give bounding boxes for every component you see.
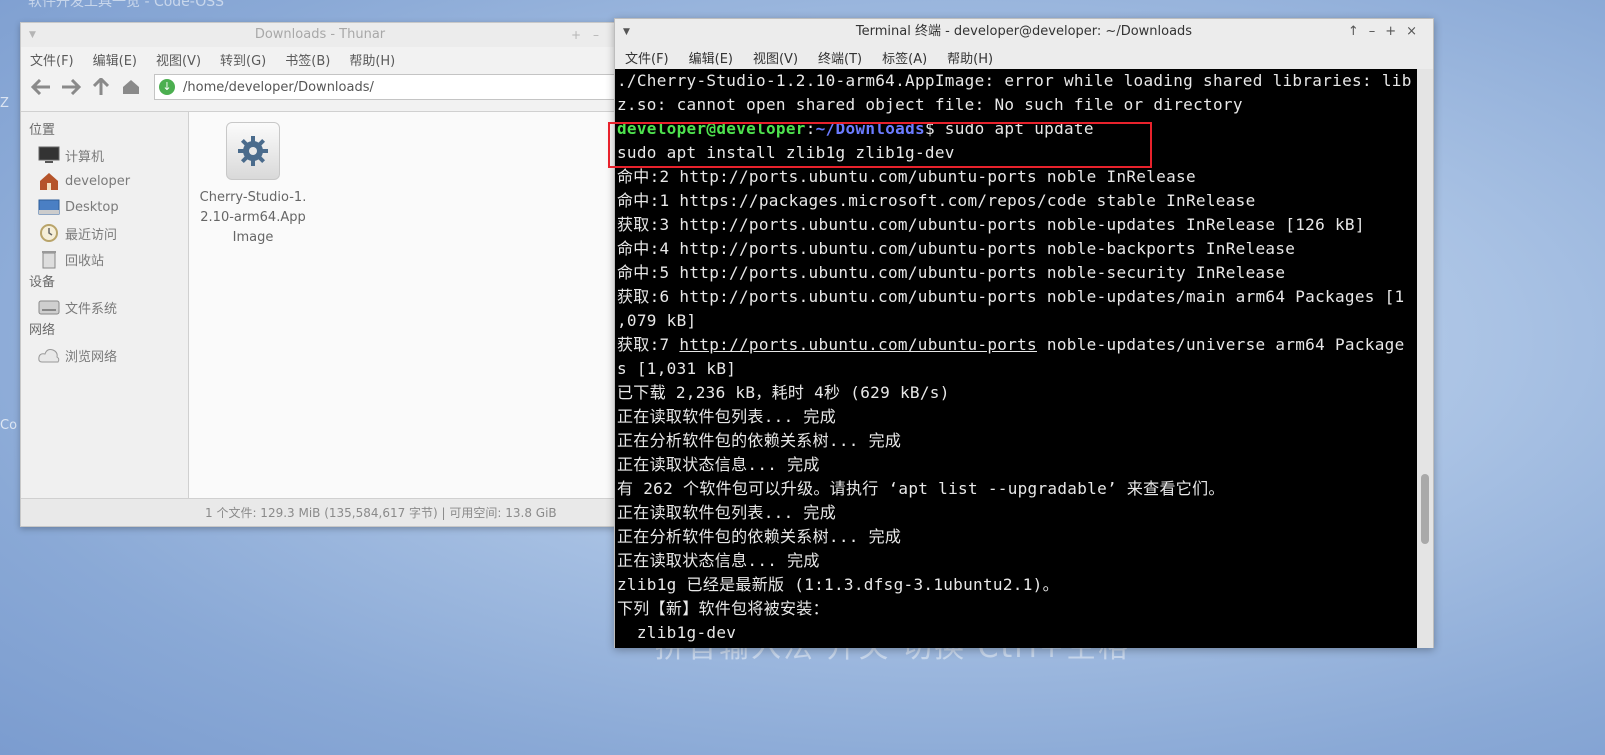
menu-tabs[interactable]: 标签(A) <box>882 48 927 67</box>
terminal-line: ,079 kB] <box>617 311 697 330</box>
menu-help[interactable]: 帮助(H) <box>947 48 993 67</box>
clock-icon <box>37 223 61 243</box>
desktop-edge-text-2: Z <box>0 96 9 111</box>
sidebar-item-recent[interactable]: 最近访问 <box>21 220 188 246</box>
sidebar-heading-devices: 设备 <box>29 275 56 290</box>
menu-edit[interactable]: 编辑(E) <box>689 48 733 67</box>
thunar-toolbar: ↓ /home/developer/Downloads/ <box>21 71 619 103</box>
thunar-titlebar[interactable]: ▼ Downloads - Thunar +– <box>21 23 619 47</box>
terminal-line: 正在读取状态信息... 完成 <box>617 455 820 474</box>
window-menu-icon[interactable]: ▼ <box>29 23 36 47</box>
terminal-line: 已下载 2,236 kB，耗时 4秒 (629 kB/s) <box>617 383 950 402</box>
terminal-line: ./Cherry-Studio-1.2.10-arm64.AppImage: e… <box>617 71 1412 90</box>
sidebar-item-browse-network[interactable]: 浏览网络 <box>21 342 188 368</box>
terminal-line: 命中:2 http://ports.ubuntu.com/ubuntu-port… <box>617 167 1196 186</box>
terminal-line: 有 262 个软件包可以升级。请执行 ‘apt list --upgradabl… <box>617 479 1225 498</box>
scrollbar-thumb[interactable] <box>1421 474 1429 544</box>
terminal-line: zlib1g 已经是最新版 (1:1.3.dfsg-3.1ubuntu2.1)。 <box>617 575 1059 594</box>
computer-icon <box>37 145 61 165</box>
sidebar-item-computer[interactable]: 计算机 <box>21 142 188 168</box>
sidebar-item-trash[interactable]: 回收站 <box>21 246 188 272</box>
thunar-title: Downloads - Thunar <box>254 27 386 42</box>
file-item[interactable]: Cherry-Studio-1.2.10-arm64.AppImage <box>199 122 307 248</box>
thunar-menubar: 文件(F) 编辑(E) 视图(V) 转到(G) 书签(B) 帮助(H) <box>21 47 619 71</box>
terminal-line: 正在读取软件包列表... 完成 <box>617 503 837 522</box>
terminal-line: 获取:6 http://ports.ubuntu.com/ubuntu-port… <box>617 287 1405 306</box>
menu-view[interactable]: 视图(V) <box>156 50 201 69</box>
terminal-line: 正在分析软件包的依赖关系树... 完成 <box>617 527 902 546</box>
sidebar: 位置 计算机 developer Desktop 最近访问 回收站 设备 文件系… <box>21 112 189 526</box>
sidebar-heading-places: 位置 <box>29 123 56 138</box>
location-bar[interactable]: ↓ /home/developer/Downloads/ <box>154 74 619 100</box>
sidebar-item-label: developer <box>65 173 131 189</box>
sidebar-item-label: 回收站 <box>65 253 105 269</box>
terminal-line: 下列【新】软件包将被安装： <box>617 599 829 618</box>
sidebar-item-filesystem[interactable]: 文件系统 <box>21 294 188 320</box>
terminal-link[interactable]: http://ports.ubuntu.com/ubuntu-ports <box>679 335 1037 354</box>
terminal-line: s [1,031 kB] <box>617 359 737 378</box>
terminal-line: 正在读取软件包列表... 完成 <box>617 407 837 426</box>
menu-go[interactable]: 转到(G) <box>220 50 266 69</box>
terminal-text: noble-updates/universe arm64 Package <box>1037 335 1405 354</box>
file-name: Cherry-Studio-1.2.10-arm64.AppImage <box>199 190 307 245</box>
up-arrow-icon[interactable] <box>90 76 112 98</box>
back-arrow-icon[interactable] <box>30 76 52 98</box>
network-icon <box>37 345 61 365</box>
terminal-text: 获取:7 <box>617 335 680 354</box>
terminal-window: ▼ Terminal 终端 - developer@developer: ~/D… <box>614 18 1434 648</box>
terminal-line: 命中:5 http://ports.ubuntu.com/ubuntu-port… <box>617 263 1286 282</box>
desktop-background-text: 软件开发工具一览 - Code-OSS <box>28 0 225 10</box>
sidebar-item-label: 浏览网络 <box>65 349 118 365</box>
file-view[interactable]: Cherry-Studio-1.2.10-arm64.AppImage <box>189 112 619 526</box>
command-highlight-box <box>608 122 1152 168</box>
executable-gear-icon <box>226 122 280 180</box>
menu-view[interactable]: 视图(V) <box>753 48 798 67</box>
menu-file[interactable]: 文件(F) <box>625 48 669 67</box>
sidebar-item-home[interactable]: developer <box>21 168 188 194</box>
home-icon[interactable] <box>120 76 142 98</box>
menu-edit[interactable]: 编辑(E) <box>93 50 137 69</box>
sidebar-item-desktop[interactable]: Desktop <box>21 194 188 220</box>
home-folder-icon <box>37 171 61 191</box>
drive-icon <box>37 297 61 317</box>
trash-icon <box>37 249 61 269</box>
statusbar: 1 个文件: 129.3 MiB (135,584,617 字节) | 可用空间… <box>21 498 619 526</box>
menu-help[interactable]: 帮助(H) <box>349 50 395 69</box>
terminal-titlebar[interactable]: ▼ Terminal 终端 - developer@developer: ~/D… <box>615 19 1433 45</box>
terminal-line: z.so: cannot open shared object file: No… <box>617 95 1243 114</box>
sidebar-item-label: 计算机 <box>65 149 105 165</box>
sidebar-item-label: 文件系统 <box>65 301 118 317</box>
sidebar-item-label: Desktop <box>65 199 119 215</box>
desktop-edge-text: Co <box>0 418 18 433</box>
window-menu-icon[interactable]: ▼ <box>623 19 630 45</box>
terminal-menubar: 文件(F) 编辑(E) 视图(V) 终端(T) 标签(A) 帮助(H) <box>615 45 1433 69</box>
thunar-body: 位置 计算机 developer Desktop 最近访问 回收站 设备 文件系… <box>21 111 619 526</box>
menu-file[interactable]: 文件(F) <box>30 50 74 69</box>
menu-bookmarks[interactable]: 书签(B) <box>285 50 330 69</box>
location-path: /home/developer/Downloads/ <box>183 79 374 95</box>
terminal-line: 正在分析软件包的依赖关系树... 完成 <box>617 431 902 450</box>
forward-arrow-icon[interactable] <box>60 76 82 98</box>
terminal-line: 获取:7 http://ports.ubuntu.com/ubuntu-port… <box>617 333 1418 357</box>
terminal-line: 命中:4 http://ports.ubuntu.com/ubuntu-port… <box>617 239 1296 258</box>
desktop-icon <box>37 197 61 217</box>
terminal-line: 命中:1 https://packages.microsoft.com/repo… <box>617 191 1256 210</box>
terminal-line: 获取:3 http://ports.ubuntu.com/ubuntu-port… <box>617 215 1365 234</box>
window-controls[interactable]: ↑–+× <box>1348 19 1427 45</box>
window-controls[interactable]: +– <box>571 23 611 47</box>
sidebar-item-label: 最近访问 <box>65 227 118 243</box>
sidebar-heading-network: 网络 <box>29 323 56 338</box>
terminal-scrollbar[interactable] <box>1417 69 1433 648</box>
terminal-title: Terminal 终端 - developer@developer: ~/Dow… <box>855 24 1193 39</box>
thunar-window: ▼ Downloads - Thunar +– 文件(F) 编辑(E) 视图(V… <box>20 22 620 527</box>
location-icon: ↓ <box>159 79 175 95</box>
terminal-line: 正在读取状态信息... 完成 <box>617 551 820 570</box>
terminal-line: zlib1g-dev <box>617 623 737 642</box>
menu-terminal[interactable]: 终端(T) <box>818 48 862 67</box>
